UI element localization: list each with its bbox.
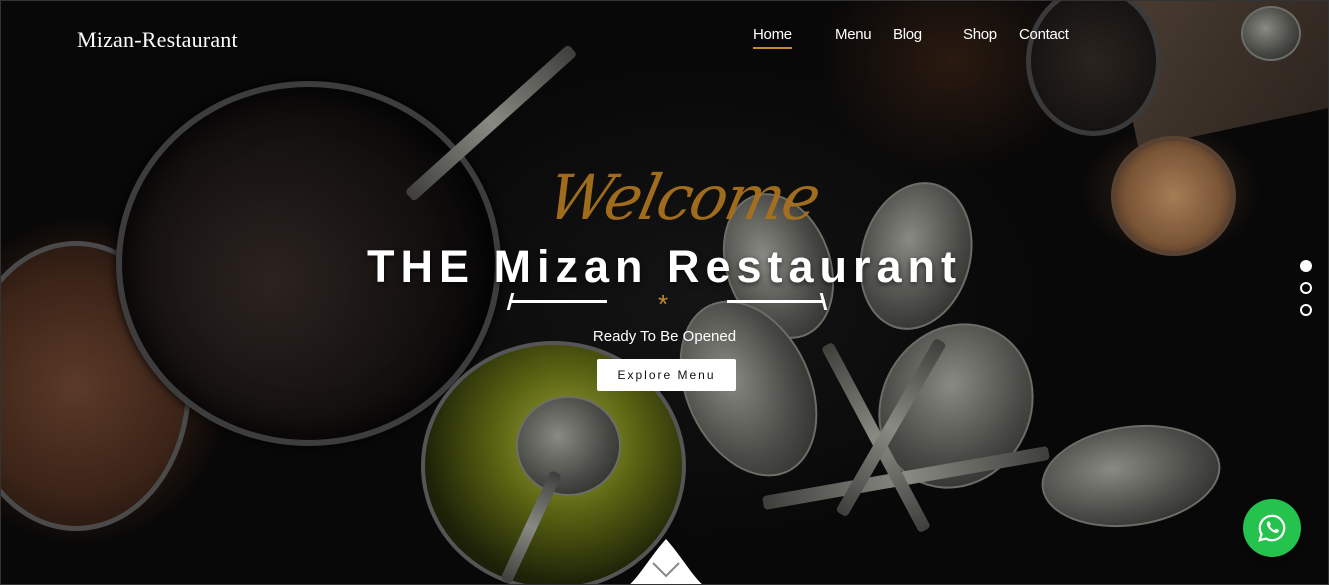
main-nav: Home Menu Blog Shop Contact [1,26,1328,56]
spoon-image [516,396,621,496]
whatsapp-icon [1258,514,1286,542]
spoon-handle-image [835,337,947,518]
slider-dot-3[interactable] [1300,304,1312,316]
nav-item-shop[interactable]: Shop [963,26,997,43]
chevron-down-icon [630,539,702,584]
slider-dot-1[interactable] [1300,260,1312,272]
nav-item-contact[interactable]: Contact [1019,26,1069,43]
nav-item-menu[interactable]: Menu [835,26,872,43]
nav-item-home[interactable]: Home [753,26,792,49]
dark-bowl-image [1026,1,1161,136]
welcome-script: Welcome [541,161,826,234]
explore-menu-button[interactable]: Explore Menu [597,359,736,391]
nav-item-blog[interactable]: Blog [893,26,922,43]
slider-dot-2[interactable] [1300,282,1312,294]
divider-line-right [727,300,825,303]
scroll-down-button[interactable] [601,537,731,584]
spoon-handle-image [404,44,578,202]
spoon-handle-image [820,341,932,534]
hero-section: Mizan-Restaurant Home Menu Blog Shop Con… [0,0,1329,585]
whatsapp-button[interactable] [1243,499,1301,557]
sesame-seed-bowl-image [1111,136,1236,256]
spoon-image [1034,413,1228,539]
slider-pagination [1300,260,1314,326]
spoon-handle-image [500,470,562,584]
hero-title: THE Mizan Restaurant [366,241,963,292]
spoon-handle-image [761,445,1051,511]
divider-line-left [509,300,607,303]
wooden-board-image [1108,1,1328,149]
divider-star-icon: * [658,289,669,319]
hero-subtitle: Ready To Be Opened [592,328,737,345]
